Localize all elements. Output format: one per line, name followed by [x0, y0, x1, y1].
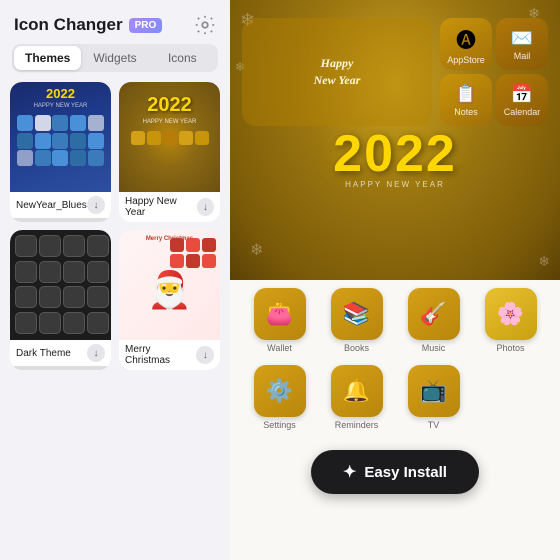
right-panel: ❄ ❄ ❄ ❄ ❄ HappyNew Year 🅐 AppStore ✉️ Ma…	[230, 0, 560, 560]
preview-bottom: 👛 Wallet 📚 Books 🎸 Music 🌸 Photos ⚙️ Set…	[230, 280, 560, 560]
pro-badge: PRO	[129, 18, 163, 33]
easy-install-label: Easy Install	[364, 464, 447, 481]
theme-label-happy-newyear: Happy New Year ↓	[119, 192, 220, 222]
easy-install-button[interactable]: ✦ Easy Install	[311, 450, 479, 494]
app-icon-books: 📚 Books	[321, 288, 392, 353]
settings-icon[interactable]	[194, 14, 216, 36]
app-title: Icon Changer	[14, 15, 123, 35]
theme-card-newyear-blues[interactable]: 2022 HAPPY NEW YEAR	[10, 82, 111, 222]
app-icon-empty	[475, 365, 546, 430]
theme-label-dark: Dark Theme ↓	[10, 340, 111, 366]
bottom-icons-row2: ⚙️ Settings 🔔 Reminders 📺 TV	[230, 361, 560, 438]
app-icon-mail: ✉️ Mail	[496, 18, 548, 70]
theme-card-christmas[interactable]: Merry Christmas 🎅 Merry Christmas ↓	[119, 230, 220, 370]
app-icon-settings: ⚙️ Settings	[244, 365, 315, 430]
app-icon-calendar: 📅 Calendar	[496, 74, 548, 126]
preview-top: ❄ ❄ ❄ ❄ ❄ HappyNew Year 🅐 AppStore ✉️ Ma…	[230, 0, 560, 280]
app-icon-music: 🎸 Music	[398, 288, 469, 353]
app-icon-photos: 🌸 Photos	[475, 288, 546, 353]
left-panel: Icon Changer PRO Themes Widgets Icons 20…	[0, 0, 230, 560]
theme-label-newyear-blues: NewYear_Blues ↓	[10, 192, 111, 218]
download-btn-dark[interactable]: ↓	[87, 344, 105, 362]
happy-new-year-text: HappyNew Year	[314, 55, 361, 89]
download-btn-happy-newyear[interactable]: ↓	[197, 198, 214, 216]
theme-label-christmas: Merry Christmas ↓	[119, 340, 220, 370]
app-icon-notes: 📋 Notes	[440, 74, 492, 126]
sparkle-icon: ✦	[343, 462, 356, 482]
happy-new-year-subtitle: HAPPY NEW YEAR	[345, 180, 445, 189]
happy-new-year-widget: HappyNew Year	[242, 18, 432, 126]
tab-bar: Themes Widgets Icons	[12, 44, 218, 72]
themes-grid: 2022 HAPPY NEW YEAR	[0, 82, 230, 370]
year-2022: 2022	[333, 128, 457, 180]
bottom-icons-row1: 👛 Wallet 📚 Books 🎸 Music 🌸 Photos	[230, 280, 560, 361]
download-btn-newyear-blues[interactable]: ↓	[87, 196, 105, 214]
app-icon-appstore: 🅐 AppStore	[440, 18, 492, 70]
year-display: 2022 HAPPY NEW YEAR	[230, 128, 560, 189]
app-icon-tv: 📺 TV	[398, 365, 469, 430]
theme-card-happy-newyear[interactable]: 2022 HAPPY NEW YEAR Happy New Year ↓	[119, 82, 220, 222]
header-title: Icon Changer PRO	[14, 15, 162, 35]
tab-themes[interactable]: Themes	[14, 46, 81, 70]
easy-install-area: ✦ Easy Install	[230, 438, 560, 510]
tab-icons[interactable]: Icons	[149, 46, 216, 70]
header: Icon Changer PRO	[0, 0, 230, 44]
app-icon-wallet: 👛 Wallet	[244, 288, 315, 353]
tab-widgets[interactable]: Widgets	[81, 46, 148, 70]
download-btn-christmas[interactable]: ↓	[196, 346, 214, 364]
theme-card-dark[interactable]: Dark Theme ↓	[10, 230, 111, 370]
top-app-icons: 🅐 AppStore ✉️ Mail 📋 Notes 📅 Calendar	[440, 18, 548, 126]
app-icon-reminders: 🔔 Reminders	[321, 365, 392, 430]
